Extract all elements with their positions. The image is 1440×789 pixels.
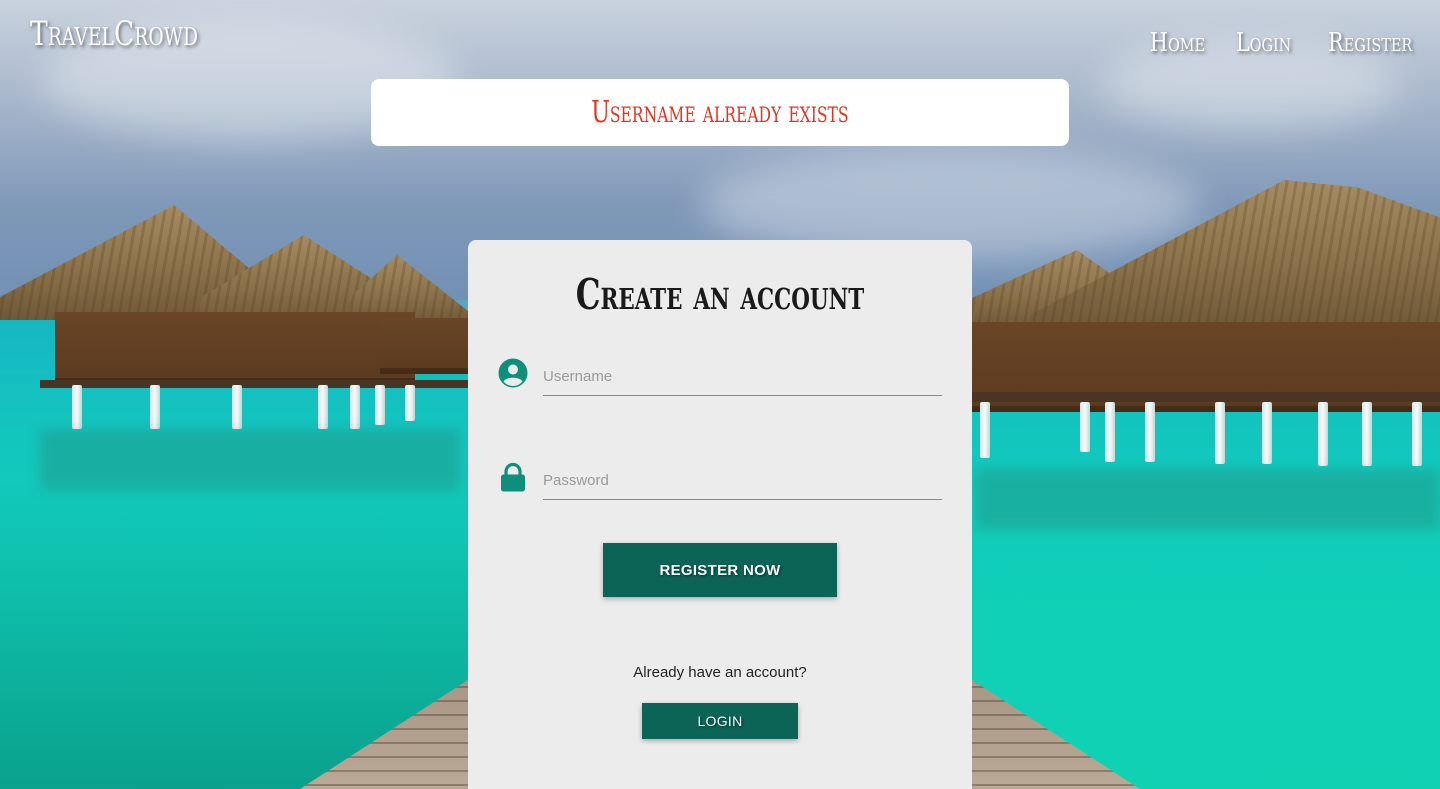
card-title: Create an account [575, 270, 865, 319]
walkway [40, 380, 468, 388]
password-input[interactable] [543, 462, 942, 500]
flash-message: Username already exists [371, 79, 1069, 146]
stilt [1412, 402, 1422, 466]
nav-register[interactable]: Register [1328, 28, 1412, 58]
stilt [375, 385, 385, 425]
reflection [40, 430, 460, 490]
stilt [1215, 402, 1225, 464]
walkway [972, 392, 1440, 402]
stilt [318, 385, 328, 429]
stilt [350, 385, 360, 429]
password-field [498, 462, 942, 502]
reflection [975, 470, 1440, 530]
stilt [1318, 402, 1328, 466]
username-field [498, 358, 942, 398]
username-input[interactable] [543, 358, 942, 396]
login-button[interactable]: Login [642, 703, 798, 739]
stilt [1262, 402, 1272, 464]
stilt [1362, 402, 1372, 466]
bungalow-wall [380, 318, 468, 374]
stilt [232, 385, 242, 429]
login-prompt: Already have an account? [633, 664, 807, 681]
brand-logo[interactable]: TravelCrowd [30, 14, 198, 54]
stilt [1105, 402, 1115, 462]
nav-home[interactable]: Home [1150, 28, 1205, 58]
top-nav: Home Login Register [1150, 28, 1412, 58]
register-card: Create an account Register Now Already h… [468, 240, 972, 789]
register-button[interactable]: Register Now [603, 543, 837, 597]
nav-login[interactable]: Login [1235, 28, 1290, 58]
stilt [150, 385, 160, 429]
lock-icon [501, 462, 525, 492]
stilt [72, 385, 82, 429]
stilt [1080, 402, 1090, 452]
bungalow-wall [55, 312, 415, 384]
stilt [980, 402, 990, 458]
account-circle-icon [498, 358, 528, 388]
stilt [1145, 402, 1155, 462]
stilt [405, 385, 415, 421]
flash-message-text: Username already exists [591, 95, 849, 130]
